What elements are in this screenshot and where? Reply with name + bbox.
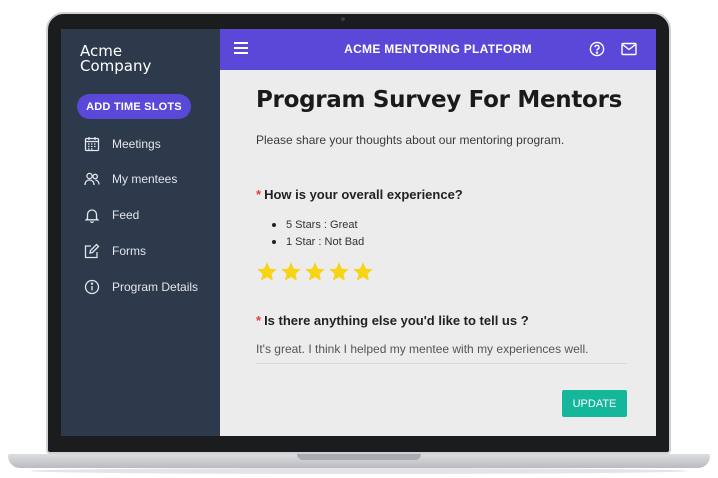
company-logo[interactable]: Acme Company xyxy=(80,44,151,74)
update-button[interactable]: UPDATE xyxy=(562,390,627,417)
sidebar-item-label: Meetings xyxy=(112,137,161,151)
sidebar-item-label: Forms xyxy=(112,244,146,258)
users-icon xyxy=(83,170,101,188)
sidebar-item-my-mentees[interactable]: My mentees xyxy=(83,169,177,189)
star-icon[interactable] xyxy=(328,261,350,283)
bell-icon xyxy=(83,206,101,224)
sidebar-item-label: Feed xyxy=(112,208,140,222)
help-icon[interactable] xyxy=(589,41,605,57)
top-bar: ACME MENTORING PLATFORM xyxy=(220,29,656,70)
sidebar-item-forms[interactable]: Forms xyxy=(83,241,146,261)
sidebar: Acme Company ADD TIME SLOTS Meetings My … xyxy=(61,29,220,436)
edit-icon xyxy=(83,242,101,260)
list-item: 1 Star : Not Bad xyxy=(272,233,364,250)
star-icon[interactable] xyxy=(280,261,302,283)
calendar-icon xyxy=(83,135,101,153)
rating-hint: 1 Star : Not Bad xyxy=(286,235,365,248)
star-icon[interactable] xyxy=(304,261,326,283)
camera-dot xyxy=(341,17,345,21)
page-title: Program Survey For Mentors xyxy=(256,87,622,113)
survey-form: Program Survey For Mentors Please share … xyxy=(220,70,656,436)
survey-intro: Please share your thoughts about our men… xyxy=(256,133,565,147)
list-item: 5 Stars : Great xyxy=(272,216,364,233)
required-marker: * xyxy=(256,313,262,328)
sidebar-item-program-details[interactable]: Program Details xyxy=(83,277,198,297)
question-1-label: * How is your overall experience? xyxy=(256,187,463,202)
brand-line-2: Company xyxy=(80,57,152,75)
star-rating[interactable] xyxy=(256,261,376,283)
screen: Acme Company ADD TIME SLOTS Meetings My … xyxy=(61,29,656,436)
rating-hint: 5 Stars : Great xyxy=(286,218,358,231)
star-icon[interactable] xyxy=(256,261,278,283)
info-icon xyxy=(83,278,101,296)
feedback-input[interactable]: It's great. I think I helped my mentee w… xyxy=(256,342,627,364)
star-icon[interactable] xyxy=(352,261,374,283)
sidebar-item-label: My mentees xyxy=(112,172,178,186)
sidebar-item-label: Program Details xyxy=(112,280,199,294)
question-2-label: * Is there anything else you'd like to te… xyxy=(256,313,529,328)
laptop-notch xyxy=(297,454,421,460)
add-time-slots-button[interactable]: ADD TIME SLOTS xyxy=(77,94,191,119)
mail-icon[interactable] xyxy=(621,42,637,56)
question-1-text: How is your overall experience? xyxy=(264,187,463,202)
rating-hints: 5 Stars : Great 1 Star : Not Bad xyxy=(272,216,364,250)
sidebar-item-feed[interactable]: Feed xyxy=(83,205,139,225)
question-2-text: Is there anything else you'd like to tel… xyxy=(264,313,529,328)
laptop-shadow xyxy=(30,468,688,474)
required-marker: * xyxy=(256,187,262,202)
sidebar-item-meetings[interactable]: Meetings xyxy=(83,134,161,154)
